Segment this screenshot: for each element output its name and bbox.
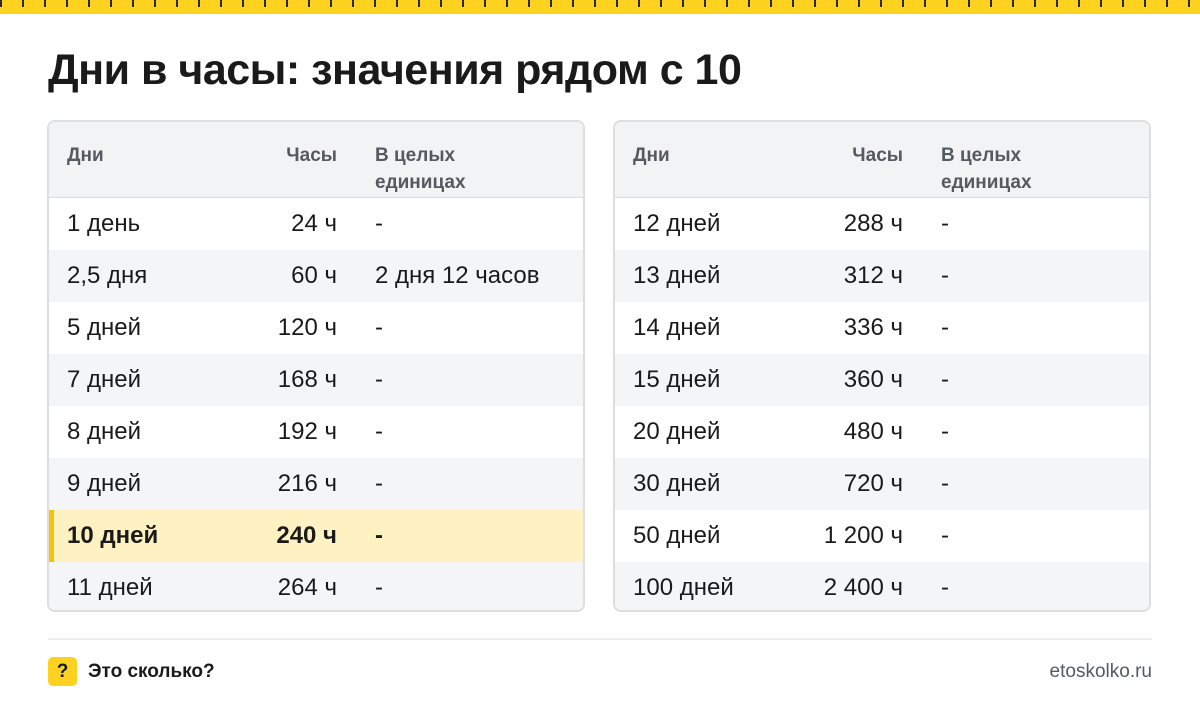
page-title: Дни в часы: значения рядом с 10 [48, 46, 742, 94]
cell-days: 11 дней [67, 574, 153, 601]
cell-days: 50 дней [633, 522, 721, 549]
table-row: 8 дней 192 ч - [49, 406, 583, 458]
header-hours: Часы [852, 145, 903, 166]
header-days: Дни [67, 145, 104, 166]
cell-units: 2 дня 12 часов [375, 262, 540, 289]
cell-days: 1 день [67, 210, 141, 237]
cell-hours: 192 ч [277, 418, 337, 445]
cell-units: - [375, 418, 383, 445]
cell-days: 13 дней [633, 262, 721, 289]
table-row: 9 дней 216 ч - [49, 458, 583, 510]
cell-days: 100 дней [633, 574, 734, 601]
table-row: 50 дней 1 200 ч - [615, 510, 1149, 562]
cell-hours: 720 ч [843, 470, 903, 497]
conversion-table-right: Дни Часы В целых единицах 12 дней 288 ч-1… [613, 120, 1151, 612]
table-row: 11 дней 264 ч - [49, 562, 583, 610]
cell-days: 20 дней [633, 418, 721, 445]
cell-units: - [375, 366, 383, 393]
cell-units: - [941, 574, 949, 601]
brand-name: Это сколько? [88, 661, 215, 682]
header-hours: Часы [286, 145, 337, 166]
table-row: 7 дней 168 ч - [49, 354, 583, 406]
table-row: 2,5 дня 60 ч 2 дня 12 часов [49, 250, 583, 302]
cell-units: - [375, 314, 383, 341]
cell-hours: 336 ч [843, 314, 903, 341]
header-units: В целых единицах [375, 142, 575, 196]
cell-units: - [941, 470, 949, 497]
conversion-table-left: Дни Часы В целых единицах 1 день 24 ч - 2,5… [47, 120, 585, 612]
cell-hours: 216 ч [277, 470, 337, 497]
cell-days: 10 дней [67, 522, 159, 549]
cell-days: 15 дней [633, 366, 721, 393]
header-units-line1: В целых [375, 145, 456, 166]
cell-units: - [375, 574, 383, 601]
cell-hours: 240 ч [276, 522, 337, 549]
cell-days: 9 дней [67, 470, 142, 497]
header-days: Дни [633, 145, 670, 166]
cell-hours: 360 ч [843, 366, 903, 393]
cell-days: 8 дней [67, 418, 142, 445]
cell-hours: 24 ч [291, 210, 337, 237]
header-units-line1: В целых [941, 145, 1022, 166]
table-row: 14 дней 336 ч - [615, 302, 1149, 354]
cell-units: - [941, 262, 949, 289]
cell-units: - [941, 366, 949, 393]
table-row: 5 дней 120 ч - [49, 302, 583, 354]
cell-units: - [375, 210, 383, 237]
cell-days: 30 дней [633, 470, 721, 497]
cell-units: - [375, 470, 383, 497]
header-units: В целых единицах [941, 142, 1141, 196]
cell-days: 14 дней [633, 314, 721, 341]
cell-units: - [941, 210, 949, 237]
question-mark-icon: ? [48, 657, 77, 686]
table-header: Дни Часы В целых единицах [49, 122, 583, 198]
cell-units: - [375, 522, 383, 549]
footer-divider [48, 638, 1152, 640]
cell-days: 12 дней [633, 210, 721, 237]
table-body: 1 день 24 ч - 2,5 дня 60 ч 2 дня 12 часов 5 дн… [49, 198, 583, 610]
header-units-line2: единицах [375, 172, 466, 193]
cell-units: - [941, 314, 949, 341]
cell-hours: 60 ч [291, 262, 337, 289]
table-row: 20 дней 480 ч - [615, 406, 1149, 458]
table-row: 15 дней 360 ч - [615, 354, 1149, 406]
cell-hours: 264 ч [277, 574, 337, 601]
table-body: 12 дней 288 ч -13 дней 312 ч -14 дней 336 ч-1… [615, 198, 1149, 610]
cell-days: 5 дней [67, 314, 142, 341]
ruler-band [0, 7, 1200, 14]
cell-hours: 2 400 ч [823, 574, 903, 601]
cell-hours: 288 ч [843, 210, 903, 237]
table-row: 13 дней 312 ч - [615, 250, 1149, 302]
cell-days: 2,5 дня [67, 262, 148, 289]
table-header: Дни Часы В целых единицах [615, 122, 1149, 198]
table-row: 10 дней 240 ч - [49, 510, 583, 562]
cell-hours: 480 ч [843, 418, 903, 445]
table-row: 30 дней 720 ч - [615, 458, 1149, 510]
table-row: 100 дней 2 400 ч - [615, 562, 1149, 610]
cell-hours: 1 200 ч [823, 522, 903, 549]
cell-hours: 120 ч [277, 314, 337, 341]
cell-hours: 168 ч [277, 366, 337, 393]
cell-days: 7 дней [67, 366, 142, 393]
cell-hours: 312 ч [843, 262, 903, 289]
cell-units: - [941, 522, 949, 549]
cell-units: - [941, 418, 949, 445]
header-units-line2: единицах [941, 172, 1032, 193]
site-url[interactable]: etoskolko.ru [1050, 659, 1152, 685]
table-row: 1 день 24 ч - [49, 198, 583, 250]
table-row: 12 дней 288 ч - [615, 198, 1149, 250]
